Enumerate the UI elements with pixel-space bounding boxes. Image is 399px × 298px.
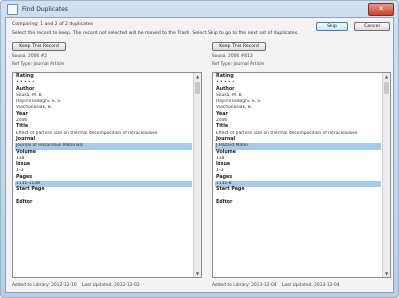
find-duplicates-window: Find Duplicates ✕ Comparing: 1 and 2 of … [0,0,399,298]
left-updated-date: Last Updated: 2012-12-02 [82,283,140,288]
app-icon [7,3,18,15]
scroll-thumb[interactable] [195,82,200,94]
scroll-down-arrow-icon[interactable]: ▼ [383,270,390,277]
cancel-button[interactable]: Cancel [354,22,390,31]
right-record-panel[interactable]: Rating • • • • • Author Sousa, M. B. Hajimir… [212,72,391,278]
field-label: Editor [16,199,33,205]
keep-right-record-button[interactable]: Keep This Record [212,42,266,51]
field-label: Editor [216,199,233,205]
field-value[interactable]: Effect of particle size on thermal decom… [215,131,381,137]
left-scrollbar[interactable]: ▲ ▼ [193,73,201,277]
title-bar[interactable]: Find Duplicates ✕ [1,1,398,17]
window-title: Find Duplicates [22,5,68,13]
close-button[interactable]: ✕ [368,3,394,16]
right-updated-date: Last Updated: 2013-12-04 [282,283,340,288]
right-scrollbar[interactable]: ▲ ▼ [382,73,390,277]
comparing-text: Comparing: 1 and 2 of 2 duplicates [12,22,94,27]
skip-button[interactable]: Skip [316,22,348,31]
right-ref-type: Ref Type: Journal Article [212,62,265,67]
left-record-fields: Rating • • • • • Author Sousa, M. B. Hajimir… [15,74,192,206]
left-record-panel[interactable]: Rating • • • • • Author Sousa, M. B. Hajimir… [12,72,202,278]
scroll-up-arrow-icon[interactable]: ▲ [383,73,390,80]
scroll-thumb[interactable] [384,82,389,94]
right-ref-line: Sousa, 2006 #813 [212,54,253,59]
dialog-body: Comparing: 1 and 2 of 2 duplicates Selec… [5,17,394,293]
right-record-fields: Rating • • • • • Author Sousa, M. B. Hajimir… [215,74,381,206]
instructions-text: Select the record to keep. The record no… [12,31,299,36]
left-ref-type: Ref Type: Journal Article [12,62,65,67]
scroll-down-arrow-icon[interactable]: ▼ [194,270,201,277]
keep-left-record-button[interactable]: Keep This Record [12,42,66,51]
right-added-date: Added to Library: 2013-12-04 [212,283,277,288]
left-ref-line: Sousa, 2006 #2 [12,54,48,59]
left-added-date: Added to Library: 2012-12-10 [12,283,77,288]
scroll-up-arrow-icon[interactable]: ▲ [194,73,201,80]
